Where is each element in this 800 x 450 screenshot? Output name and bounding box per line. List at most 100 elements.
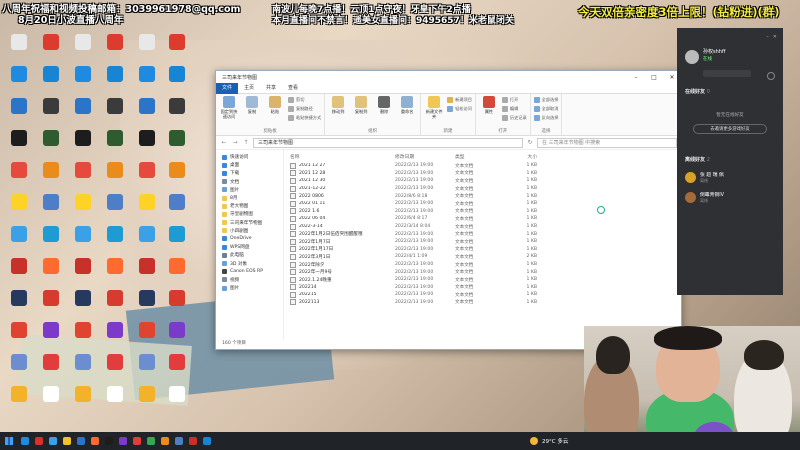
forward-arrow-icon[interactable]: → [231,139,239,146]
copy-path-button[interactable]: 复制路径 [288,105,321,113]
desktop-shortcut[interactable] [36,386,66,420]
up-arrow-icon[interactable]: ↑ [242,139,250,146]
desktop-shortcut[interactable] [162,354,192,388]
nav-item[interactable]: 此电脑 [216,251,283,259]
desktop-shortcut[interactable] [4,290,34,324]
history-button[interactable]: 历史记录 [501,114,527,122]
column-name[interactable]: 名称 [290,153,395,160]
select-none-button[interactable]: 全部取消 [533,105,558,113]
close-icon[interactable]: ✕ [773,34,777,40]
file-row[interactable]: 2022 06 04 2022/6/4 8:17 文本文档 1 KB [284,215,681,223]
rename-button[interactable]: 重命名 [397,96,417,128]
desktop-shortcut[interactable] [162,386,192,420]
nav-item[interactable]: 图片 [216,284,283,292]
desktop-shortcut[interactable] [100,66,130,100]
back-arrow-icon[interactable]: ← [220,139,228,146]
column-date[interactable]: 修改日期 [395,153,455,160]
desktop-shortcut[interactable] [100,290,130,324]
desktop-shortcut[interactable] [162,66,192,100]
file-row[interactable]: 2022 1.6 2022/2/13 19:00 文本文档 1 KB [284,208,681,216]
file-row[interactable]: 202215 2022/2/13 19:00 文本文档 1 KB [284,291,681,299]
column-type[interactable]: 类型 [455,153,507,160]
desktop-shortcut[interactable] [162,226,192,260]
nav-item[interactable]: 8月 [216,194,283,202]
desktop-shortcut[interactable] [36,322,66,356]
edit-button[interactable]: 编辑 [501,105,527,113]
file-row[interactable]: 2022 01 11 2022/2/13 19:00 文本文档 1 KB [284,200,681,208]
desktop-shortcut[interactable] [132,322,162,356]
desktop-shortcut[interactable] [162,162,192,196]
copy-to-button[interactable]: 复制到 [351,96,371,128]
desktop-shortcut[interactable] [4,66,34,100]
desktop-shortcut[interactable] [68,322,98,356]
desktop-shortcut[interactable] [68,34,98,68]
desktop-shortcut[interactable] [162,98,192,132]
desktop-shortcut[interactable] [100,386,130,420]
file-row[interactable]: 2022年1月2日伍佰突围醒醒哦 2022/2/13 19:00 文本文档 1 KB [284,230,681,238]
desktop-shortcut[interactable] [100,354,130,388]
desktop-shortcut[interactable] [36,98,66,132]
status-input[interactable] [703,70,751,77]
file-row[interactable]: 2021 12 28 2022/2/13 19:00 文本文档 1 KB [284,170,681,178]
tab-share[interactable]: 共享 [260,83,282,94]
desktop-shortcut[interactable] [4,98,34,132]
weather-text[interactable]: 29°C 多云 [542,437,568,445]
new-item-button[interactable]: 新建项目 [447,96,472,104]
desktop-shortcut[interactable] [4,258,34,292]
desktop-shortcut[interactable] [4,34,34,68]
nav-item[interactable]: 视频 [216,276,283,284]
desktop-shortcut[interactable] [132,290,162,324]
minimize-icon[interactable]: – [766,34,769,40]
taskbar-app-button[interactable] [158,432,172,450]
column-size[interactable]: 大小 [507,153,537,160]
taskbar-app-button[interactable] [186,432,200,450]
new-folder-button[interactable]: 新建文件夹 [424,96,444,128]
desktop-shortcut[interactable] [162,130,192,164]
file-row[interactable]: 2022 0806 2022/8/6 8:18 文本文档 1 KB [284,192,681,200]
refresh-icon[interactable]: ↻ [526,139,534,146]
nav-item[interactable]: 桌面 [216,161,283,169]
avatar[interactable] [685,50,699,64]
friend-item[interactable]: 张 超 瑞 佩离线 [677,169,783,186]
desktop-shortcut[interactable] [36,258,66,292]
desktop-shortcut[interactable] [100,322,130,356]
desktop-shortcut[interactable] [68,130,98,164]
desktop-shortcut[interactable] [132,258,162,292]
desktop-shortcut[interactable] [4,322,34,356]
friend-item[interactable]: 倒霉青铜IV 离线 [677,189,783,206]
offline-section-header[interactable]: 离线好友 2 [677,154,783,166]
move-to-button[interactable]: 移动到 [328,96,348,128]
search-input[interactable]: 在 三司来年节物图 中搜索 [537,137,677,148]
paste-shortcut-button[interactable]: 粘贴快捷方式 [288,114,321,122]
tab-view[interactable]: 查看 [282,83,304,94]
online-section-header[interactable]: 在线好友 0 [677,86,783,98]
taskbar-app-button[interactable] [18,432,32,450]
nav-item[interactable]: OneDrive [216,235,283,243]
desktop-shortcut[interactable] [100,34,130,68]
desktop-shortcut[interactable] [68,354,98,388]
nav-item[interactable]: 文档 [216,178,283,186]
desktop-shortcut[interactable] [162,258,192,292]
nav-item[interactable]: 下载 [216,169,283,177]
file-row[interactable]: 2022年1月7日 2022/2/13 19:00 文本文档 1 KB [284,238,681,246]
paste-button[interactable]: 粘贴 [265,96,285,128]
start-button[interactable] [0,432,18,450]
taskbar-app-button[interactable] [172,432,186,450]
desktop-shortcut[interactable] [36,162,66,196]
taskbar-app-button[interactable] [130,432,144,450]
file-row[interactable]: 2022年3月1日 2022/4/1 1:09 文本文档 2 KB [284,253,681,261]
taskbar-app-button[interactable] [32,432,46,450]
desktop-shortcut[interactable] [36,290,66,324]
desktop-shortcut[interactable] [4,226,34,260]
nav-item[interactable]: WPS网盘 [216,243,283,251]
nav-item[interactable]: 图片 [216,186,283,194]
desktop-shortcut[interactable] [132,194,162,228]
desktop-shortcut[interactable] [68,290,98,324]
desktop-shortcut[interactable] [68,194,98,228]
desktop-shortcut[interactable] [68,386,98,420]
file-row[interactable]: 2021 12 27 2022/2/13 19:00 文本文档 1 KB [284,162,681,170]
desktop-shortcut[interactable] [36,354,66,388]
desktop-shortcut[interactable] [36,226,66,260]
file-row[interactable]: 202214 2022/2/13 19:00 文本文档 1 KB [284,284,681,292]
properties-button[interactable]: 属性 [479,96,499,128]
